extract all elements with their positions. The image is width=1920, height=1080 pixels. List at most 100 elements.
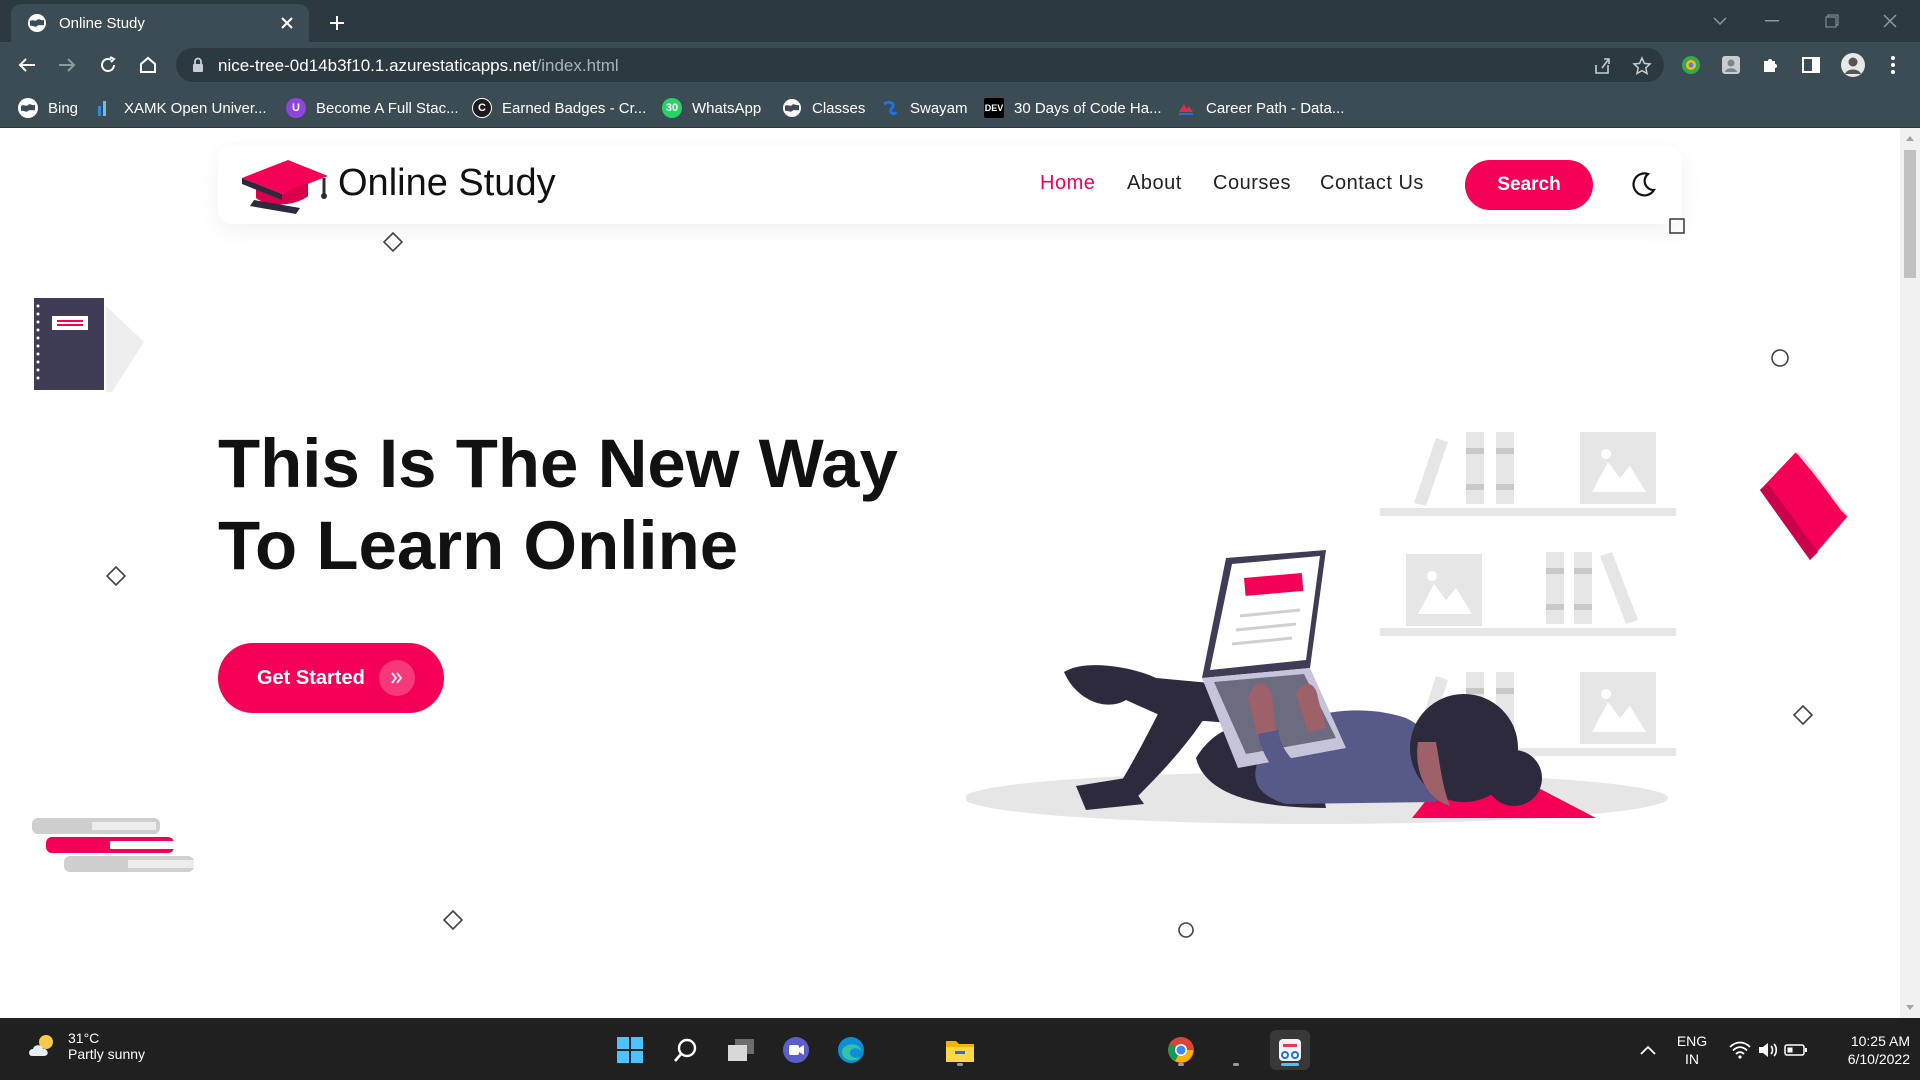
bookmark-item[interactable]: C Earned Badges - Cr... [472,96,646,120]
bookmark-star-icon[interactable] [1628,52,1656,80]
scrollbar-thumb[interactable] [1904,150,1916,278]
nav-courses[interactable]: Courses [1213,172,1291,195]
windows-taskbar: 31°C Partly sunny ENG IN 10:25 AM 6/10/2… [0,1018,1920,1080]
hero-heading: This Is The New Way To Learn Online [218,423,898,587]
close-tab-icon[interactable] [273,9,301,37]
bookmark-label: 30 Days of Code Ha... [1014,99,1162,117]
file-explorer-icon[interactable] [940,1030,980,1070]
share-icon[interactable] [1588,52,1616,80]
tab-search-icon[interactable] [1700,6,1740,36]
close-window-icon[interactable] [1870,6,1910,36]
scroll-down-icon[interactable] [1905,1004,1915,1012]
forward-icon[interactable] [52,50,82,80]
bookmark-label: Swayam [910,99,968,117]
search-button[interactable]: Search [1465,160,1593,210]
credly-icon: C [472,98,492,118]
bookmarks-bar: Bing XAMK Open Univer... U Become A Full… [0,88,1920,128]
language-indicator[interactable]: ENG IN [1664,1032,1720,1068]
running-indicator [1233,1063,1239,1066]
bookmark-item[interactable]: Career Path - Data... [1176,96,1344,120]
extension-profile-icon[interactable] [1716,50,1746,80]
dev-icon: DEV [984,98,1004,118]
address-bar[interactable]: nice-tree-0d14b3f10.1.azurestaticapps.ne… [176,48,1664,82]
battery-icon[interactable] [1776,1030,1816,1070]
back-icon[interactable] [12,50,42,80]
brand-name[interactable]: Online Study [338,162,556,205]
task-view-icon[interactable] [721,1030,761,1070]
chrome-icon[interactable] [1161,1030,1201,1070]
square-decoration [1669,218,1685,234]
bookmark-label: XAMK Open Univer... [124,99,267,117]
scroll-up-icon[interactable] [1905,134,1915,142]
weather-widget[interactable]: 31°C Partly sunny [26,1030,145,1062]
bookmark-label: WhatsApp [692,99,762,117]
bookmark-item[interactable]: Classes [782,96,865,120]
bookmark-label: Bing [48,99,79,117]
bookmark-item[interactable]: 30 WhatsApp [662,96,761,120]
partly-sunny-icon [29,1035,53,1056]
extension-google-icon[interactable] [1676,50,1706,80]
teams-chat-icon[interactable] [776,1030,816,1070]
tray-chevron-up-icon[interactable] [1628,1030,1668,1070]
restore-icon[interactable] [1812,6,1852,36]
lock-icon [193,57,203,72]
profile-avatar-icon[interactable] [1838,50,1868,80]
udemy-icon: U [286,98,306,118]
minimize-icon[interactable] [1752,6,1792,36]
nav-about[interactable]: About [1127,172,1182,195]
career-icon [1176,98,1196,118]
notebook-decoration [34,298,144,392]
home-icon[interactable] [133,50,163,80]
browser-tab[interactable]: Online Study [11,4,309,42]
nav-contact-us[interactable]: Contact Us [1320,172,1424,195]
bookmark-item[interactable]: U Become A Full Stac... [286,96,459,120]
edge-browser-icon[interactable] [831,1030,871,1070]
region-code: IN [1685,1051,1699,1067]
diamond-decoration [106,566,126,586]
taskbar-app-icon[interactable] [1216,1030,1256,1070]
clock-time: 10:25 AM [1850,1033,1910,1049]
url-host: nice-tree-0d14b3f10.1.azurestaticapps.ne… [218,56,537,75]
more-menu-icon[interactable] [1878,50,1908,80]
student-laptop-illustration [966,432,1676,824]
globe-icon [782,98,802,118]
diamond-decoration [1793,705,1813,725]
clock-date: 6/10/2022 [1847,1051,1910,1067]
reload-icon[interactable] [93,50,123,80]
bookmark-label: Become A Full Stac... [316,99,459,117]
hero-heading-line1: This Is The New Way [218,425,898,502]
url-path: /index.html [536,56,619,75]
clock[interactable]: 10:25 AM 6/10/2022 [1816,1032,1910,1068]
site-header: Online Study Home About Courses Contact … [218,146,1682,224]
puzzle-extensions-icon[interactable] [1756,50,1786,80]
tab-title: Online Study [59,14,145,32]
circle-decoration [1771,349,1789,367]
snipping-tool-icon[interactable] [1270,1030,1310,1070]
swayam-icon [880,98,900,118]
diamond-decoration [383,232,403,252]
active-indicator [1281,1063,1299,1066]
windows-start-icon[interactable] [610,1030,650,1070]
page-viewport: Online Study Home About Courses Contact … [0,128,1900,1018]
language-code: ENG [1676,1033,1708,1049]
running-indicator [957,1063,963,1066]
hero-heading-line2: To Learn Online [218,507,739,584]
page-scrollbar[interactable] [1900,128,1920,1018]
search-icon[interactable] [666,1030,706,1070]
browser-tab-strip: Online Study [0,0,1920,42]
side-panel-icon[interactable] [1796,50,1826,80]
dark-mode-toggle-icon[interactable] [1626,168,1660,202]
weather-condition: Partly sunny [68,1046,146,1062]
url-text: nice-tree-0d14b3f10.1.azurestaticapps.ne… [218,56,619,76]
bookmark-item[interactable]: XAMK Open Univer... [94,96,267,120]
bookmark-label: Classes [812,99,866,117]
bookmark-item[interactable]: Bing [18,96,78,120]
get-started-button[interactable]: Get Started [218,643,444,713]
bookmark-item[interactable]: Swayam [880,96,968,120]
globe-icon [18,98,38,118]
xamk-icon [94,98,114,118]
bookmark-item[interactable]: DEV 30 Days of Code Ha... [984,96,1162,120]
new-tab-button[interactable] [322,8,352,38]
nav-home[interactable]: Home [1040,172,1095,195]
red-book-decoration [1760,452,1849,560]
